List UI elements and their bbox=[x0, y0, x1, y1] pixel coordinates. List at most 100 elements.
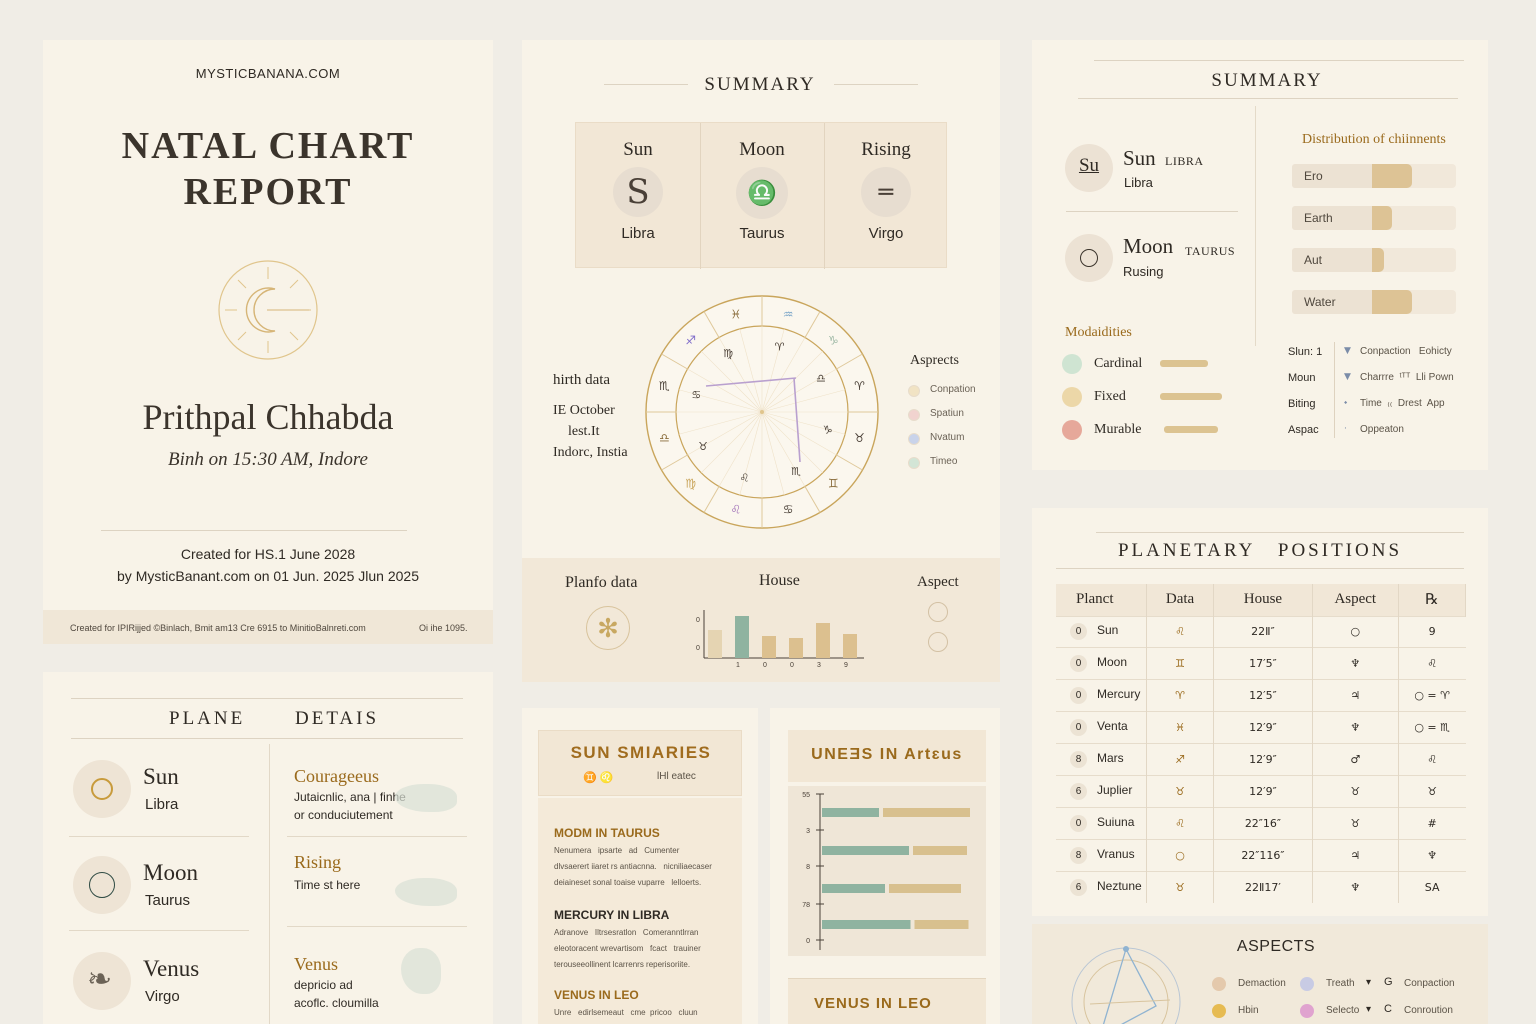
column-header[interactable]: ℞ bbox=[1398, 584, 1467, 616]
table-row[interactable]: 0 Moon ♊ 17′5″ ♆ ♌ bbox=[1056, 647, 1466, 680]
planet-number-badge: 0 bbox=[1070, 814, 1087, 832]
mini-legend-left: Slun: 1 Moun Biting Aspac bbox=[1288, 346, 1338, 446]
unes-bar-chart: 55 3 8 78 0 bbox=[788, 786, 986, 956]
mini-legend-label: Aspac bbox=[1288, 424, 1319, 436]
watercolor-leaf bbox=[395, 784, 457, 812]
zodiac-glyph-icon: ♒ bbox=[783, 307, 794, 321]
aspect-legend-item[interactable]: G Conpaction bbox=[1384, 976, 1480, 992]
table-row[interactable]: 6 Juplier ♉ 12′9″ ♉ ♉ bbox=[1056, 775, 1466, 808]
mini-legend-item[interactable]: ▼ Conpaction Eohicty bbox=[1344, 346, 1484, 362]
aspect-circle-icon[interactable] bbox=[928, 632, 948, 652]
modality-row[interactable]: Murable bbox=[1060, 418, 1250, 442]
aspect-legend-item[interactable]: Demaction bbox=[1212, 976, 1308, 992]
report-title-line1: NATAL CHART bbox=[121, 125, 415, 167]
plane-detail-row[interactable]: ❧ Venus Virgo Venus depricio ad acoflc. cloum… bbox=[43, 932, 493, 1024]
legend-dot-icon bbox=[1300, 1004, 1314, 1018]
birth-info: Binh on 15:30 AM, Indore bbox=[167, 449, 368, 470]
big3-sun[interactable]: Sun S Libra bbox=[576, 123, 700, 269]
plan-data-label: Planfo data bbox=[565, 574, 638, 591]
aspect-wheel-mini[interactable] bbox=[1070, 946, 1182, 1024]
gold-bar bbox=[883, 808, 970, 817]
planet-name: Mercury bbox=[1097, 687, 1141, 702]
table-row[interactable]: 0 Sun ♌ 22Ⅱ″ ○ 9 bbox=[1056, 616, 1466, 648]
sun-glyph-icon: S bbox=[613, 167, 663, 217]
column-header[interactable]: Aspect bbox=[1312, 584, 1399, 616]
legend-label: Selecto bbox=[1326, 1005, 1360, 1016]
planet-number-badge: 0 bbox=[1070, 655, 1087, 673]
plane-detail-row[interactable]: Moon Taurus Rising Time st here bbox=[43, 838, 493, 932]
sun-moon-emblem-icon bbox=[218, 260, 318, 360]
aspect-legend-item[interactable]: Treath ▾ bbox=[1300, 976, 1396, 992]
table-row[interactable]: 0 Suiuna ♌ 22″16″ ♉ # bbox=[1056, 807, 1466, 840]
section-text: deiaineset sonal toaise vuparre lelloert… bbox=[554, 878, 702, 887]
big3-label: Moon bbox=[739, 139, 785, 160]
aspect-legend-item[interactable]: Selecto ▾ bbox=[1300, 1003, 1396, 1019]
house-label: House bbox=[759, 572, 800, 589]
section-title[interactable]: VENUS IN LEO bbox=[554, 988, 639, 1002]
unes-footer-title: VENUS IN LEO bbox=[814, 995, 932, 1012]
element-row[interactable]: Ero bbox=[1290, 164, 1458, 188]
aspect-legend-item[interactable]: Conpation bbox=[908, 382, 998, 400]
summary-heading: SUMMARY bbox=[704, 74, 816, 95]
element-row[interactable]: Earth bbox=[1290, 206, 1458, 230]
column-header[interactable]: Data bbox=[1146, 584, 1215, 616]
equals-glyph-icon: ═ bbox=[861, 167, 911, 217]
aspect-legend-item[interactable]: Nvatum bbox=[908, 430, 998, 448]
arrow-icon: ▼ bbox=[1344, 372, 1351, 382]
watercolor-leaf bbox=[401, 948, 441, 994]
planet-sign: Virgo bbox=[145, 988, 180, 1005]
aspect-circle-icon[interactable] bbox=[928, 602, 948, 622]
extra-cell: ♌ bbox=[1427, 753, 1438, 766]
section-title[interactable]: MODM IN TAURUS bbox=[554, 826, 660, 840]
table-row[interactable]: 0 Venta ♓ 12′9″ ♆ ○ = ♏ bbox=[1056, 711, 1466, 744]
asterisk-icon[interactable]: ✻ bbox=[586, 606, 630, 650]
site-name[interactable]: MYSTICBANANA.COM bbox=[43, 66, 493, 81]
natal-chart-wheel[interactable]: ♒ ♑ ♈ ♉ ♊ ♋ ♌ ♍ ♎ ♏ ♐ ♓ ♍ ♈ ♎ ♑ ♏ ♌ ♉ ♋ bbox=[644, 294, 880, 530]
modality-row[interactable]: Fixed bbox=[1060, 385, 1250, 409]
column-header[interactable]: Planct bbox=[1056, 584, 1147, 616]
legend-label: Hbin bbox=[1238, 1005, 1259, 1016]
chevron-down-icon[interactable]: ▾ bbox=[1366, 977, 1371, 988]
section-title[interactable]: MERCURY IN LIBRA bbox=[554, 908, 669, 922]
element-row[interactable]: Water bbox=[1290, 290, 1458, 314]
row-divider bbox=[69, 836, 249, 837]
aspect-legend-item[interactable]: Hbin bbox=[1212, 1003, 1308, 1019]
aspect-legend-item[interactable]: C Conroution bbox=[1384, 1003, 1480, 1019]
modality-row[interactable]: Cardinal bbox=[1060, 352, 1250, 376]
extra-cell: SA bbox=[1424, 880, 1440, 894]
extra-cell: ♌ bbox=[1427, 657, 1438, 671]
unes-panel: UNEƎS IN Artɛus 55 3 8 78 0 VENUS IN LEO bbox=[770, 708, 1000, 1024]
planet-name: Mars bbox=[1097, 751, 1124, 765]
planet-sign: Libra bbox=[145, 796, 179, 813]
mini-legend-item[interactable]: ⬩ Time ₍₍ Drest App bbox=[1344, 398, 1484, 414]
planet-number-badge: 0 bbox=[1070, 687, 1087, 705]
cover-panel: MYSTICBANANA.COM NATAL CHART REPORT Prit… bbox=[43, 40, 493, 644]
column-header[interactable]: House bbox=[1213, 584, 1313, 616]
plane-heading-left: PLANE bbox=[169, 708, 246, 729]
table-row[interactable]: 0 Mercury ♈ 12′5″ ♃ ○ = ♈ bbox=[1056, 679, 1466, 712]
big3-rising[interactable]: Rising ═ Virgo bbox=[824, 123, 948, 269]
planetary-heading-line bbox=[1056, 568, 1464, 569]
big3-label: Sun bbox=[623, 139, 653, 160]
mini-legend-item[interactable]: · Oppeaton bbox=[1344, 424, 1484, 440]
table-row[interactable]: 6 Neztune ♉ 22Ⅱ17′ ♆ SA bbox=[1056, 871, 1466, 904]
planet-sign: Taurus bbox=[145, 892, 191, 909]
table-row[interactable]: 8 Mars ♐ 12′9″ ♂ ♌ bbox=[1056, 743, 1466, 776]
element-row[interactable]: Aut bbox=[1290, 248, 1458, 272]
aspect-legend-item[interactable]: Spatiun bbox=[908, 406, 998, 424]
detail-title: Venus bbox=[294, 954, 338, 974]
aspect-legend-item[interactable]: Timeo bbox=[908, 454, 998, 472]
unes-header: UNEƎS IN Artɛus bbox=[788, 730, 986, 782]
aspect-cell: ♆ bbox=[1312, 647, 1399, 680]
birth-line: Indorc, Instia bbox=[553, 445, 628, 460]
legend-dot-icon bbox=[908, 409, 920, 421]
aspect-cell: ♉ bbox=[1312, 775, 1399, 808]
mini-legend-item[interactable]: ▼ Charrre ᵗᵀᵀ Lli Pown bbox=[1344, 372, 1484, 388]
house-bar bbox=[708, 630, 722, 658]
legend-dot-icon bbox=[1300, 977, 1314, 991]
big3-moon[interactable]: Moon ♎ Taurus bbox=[700, 123, 824, 269]
chevron-down-icon[interactable]: ▾ bbox=[1366, 1004, 1371, 1015]
plane-detail-row[interactable]: Sun Libra Courageeus Jutaicnlic, ana | finh… bbox=[43, 744, 493, 838]
detail-desc: acoflc. cloumilla bbox=[294, 996, 379, 1010]
table-row[interactable]: 8 Vranus ○ 22″116″ ♃ ♆ bbox=[1056, 839, 1466, 872]
